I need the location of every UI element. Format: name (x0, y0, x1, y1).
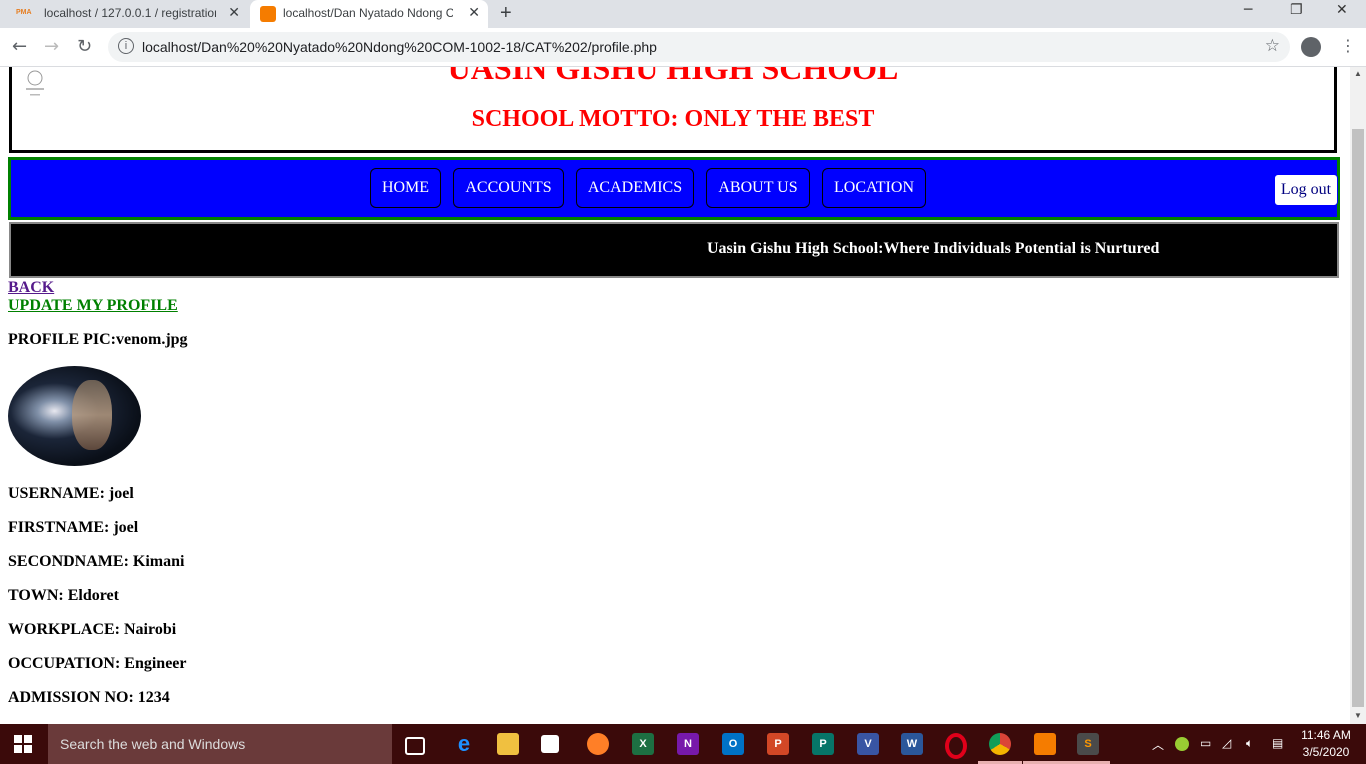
school-header: UASIN GISHU HIGH SCHOOL SCHOOL MOTTO: ON… (9, 67, 1337, 153)
tray-chevron-icon[interactable]: ︿ (1152, 736, 1164, 753)
school-name: UASIN GISHU HIGH SCHOOL (447, 67, 899, 86)
new-tab-button[interactable]: + (500, 2, 512, 25)
scroll-down-icon[interactable]: ▼ (1354, 711, 1362, 720)
taskbar-clock[interactable]: 11:46 AM 3/5/2020 (1296, 727, 1356, 761)
visio-icon[interactable]: V (857, 733, 879, 755)
store-icon[interactable] (541, 735, 559, 753)
onenote-icon[interactable]: N (677, 733, 699, 755)
restore-icon[interactable]: ❐ (1290, 2, 1303, 18)
word-icon[interactable]: W (901, 733, 923, 755)
reload-icon[interactable]: ↻ (77, 36, 92, 57)
clock-time: 11:46 AM (1301, 728, 1351, 742)
battery-icon[interactable]: ▭ (1200, 736, 1211, 750)
edge-icon[interactable]: e (453, 731, 475, 756)
info-icon[interactable]: i (118, 38, 134, 54)
close-tab-icon[interactable]: ✕ (468, 4, 480, 21)
workplace-field: WORKPLACE: Nairobi (8, 621, 177, 638)
nav-accounts[interactable]: ACCOUNTS (453, 168, 564, 208)
xampp-icon (260, 6, 276, 22)
forward-arrow-icon[interactable]: → (44, 36, 59, 57)
excel-icon[interactable]: X (632, 733, 654, 755)
chrome-icon[interactable] (989, 733, 1011, 755)
phpmyadmin-icon: PMA (16, 9, 32, 16)
browser-toolbar: ← → ↻ i localhost/Dan%20%20Nyatado%20Ndo… (0, 28, 1366, 67)
occupation-field: OCCUPATION: Engineer (8, 655, 187, 672)
scroll-up-icon[interactable]: ▲ (1354, 69, 1362, 78)
tab-profile[interactable]: localhost/Dan Nyatado Ndong C ✕ (250, 0, 488, 28)
volume-icon[interactable]: 🔈︎ (1246, 736, 1253, 751)
profile-picture (8, 366, 141, 466)
update-profile-link[interactable]: UPDATE MY PROFILE (8, 297, 178, 315)
windows-start-icon[interactable] (14, 735, 32, 753)
xampp-taskbar-icon[interactable] (1034, 733, 1056, 755)
tray-app-icon[interactable] (1175, 737, 1189, 751)
nav-location[interactable]: LOCATION (822, 168, 926, 208)
firefox-icon[interactable] (587, 733, 609, 755)
page-scrollbar[interactable]: ▲ ▼ (1350, 67, 1366, 724)
minimize-icon[interactable]: ─ (1244, 2, 1252, 18)
back-link[interactable]: BACK (8, 279, 54, 297)
opera-icon[interactable] (945, 733, 967, 759)
bookmark-star-icon[interactable]: ☆ (1265, 36, 1280, 56)
notifications-icon[interactable]: ▤ (1272, 736, 1283, 750)
nav-about-us[interactable]: ABOUT US (706, 168, 810, 208)
marquee-banner: Uasin Gishu High School:Where Individual… (9, 222, 1339, 278)
marquee-text: Uasin Gishu High School:Where Individual… (707, 240, 1160, 257)
taskbar-search[interactable]: Search the web and Windows (48, 724, 392, 764)
wifi-icon[interactable]: ◿ (1222, 736, 1231, 750)
tab-title: localhost / 127.0.0.1 / registration (44, 6, 216, 20)
secondname-field: SECONDNAME: Kimani (8, 553, 185, 570)
address-bar[interactable]: i localhost/Dan%20%20Nyatado%20Ndong%20C… (108, 32, 1290, 62)
nav-home[interactable]: HOME (370, 168, 441, 208)
nav-academics[interactable]: ACADEMICS (576, 168, 694, 208)
sublime-text-icon[interactable]: S (1077, 733, 1099, 755)
search-placeholder: Search the web and Windows (60, 736, 246, 752)
outlook-icon[interactable]: O (722, 733, 744, 755)
powerpoint-icon[interactable]: P (767, 733, 789, 755)
logout-button[interactable]: Log out (1274, 174, 1338, 206)
close-tab-icon[interactable]: ✕ (228, 4, 240, 21)
back-arrow-icon[interactable]: ← (12, 36, 27, 57)
task-view-icon[interactable] (405, 737, 425, 755)
url-text[interactable]: localhost/Dan%20%20Nyatado%20Ndong%20COM… (142, 39, 657, 55)
page-viewport: UASIN GISHU HIGH SCHOOL SCHOOL MOTTO: ON… (0, 67, 1350, 724)
menu-dots-icon[interactable]: ⋮ (1340, 36, 1356, 55)
tab-title: localhost/Dan Nyatado Ndong C (283, 6, 453, 20)
firstname-field: FIRSTNAME: joel (8, 519, 139, 536)
scrollbar-thumb[interactable] (1352, 129, 1364, 707)
file-explorer-icon[interactable] (497, 733, 519, 755)
account-icon[interactable] (1301, 37, 1321, 57)
close-window-icon[interactable]: ✕ (1336, 2, 1348, 18)
windows-taskbar: Search the web and Windows e X N O P P V… (0, 724, 1366, 764)
publisher-icon[interactable]: P (812, 733, 834, 755)
main-nav: HOME ACCOUNTS ACADEMICS ABOUT US LOCATIO… (8, 157, 1340, 220)
town-field: TOWN: Eldoret (8, 587, 119, 604)
profile-pic-label: PROFILE PIC:venom.jpg (8, 331, 188, 348)
tab-phpmyadmin[interactable]: PMA localhost / 127.0.0.1 / registration… (0, 0, 248, 28)
username-field: USERNAME: joel (8, 485, 134, 502)
tab-strip: PMA localhost / 127.0.0.1 / registration… (0, 0, 1366, 28)
school-motto: SCHOOL MOTTO: ONLY THE BEST (471, 106, 875, 132)
admission-field: ADMISSION NO: 1234 (8, 689, 170, 706)
clock-date: 3/5/2020 (1302, 745, 1350, 759)
